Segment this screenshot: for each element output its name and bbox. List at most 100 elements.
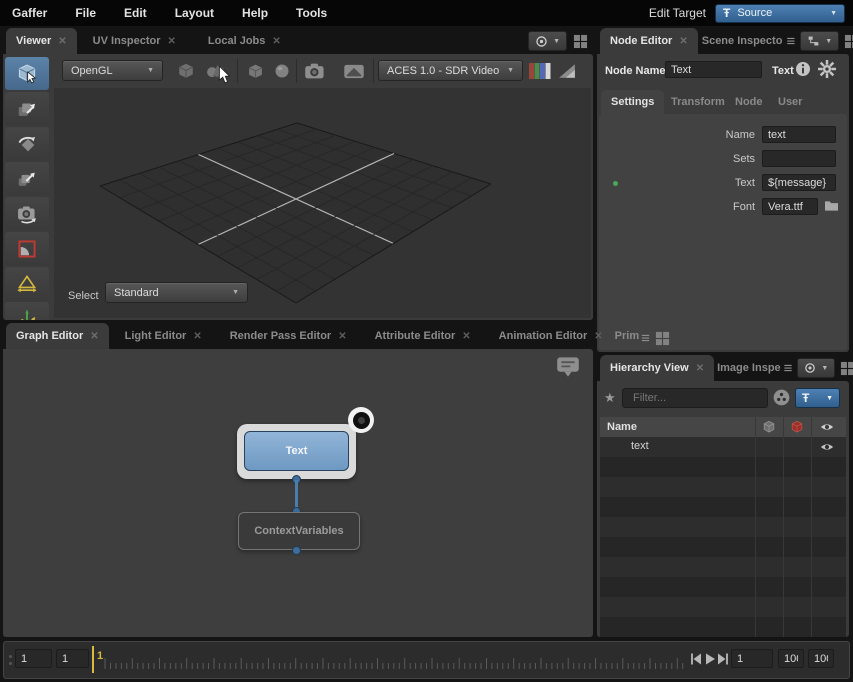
- info-icon[interactable]: [795, 61, 811, 77]
- tab-user[interactable]: User: [768, 90, 812, 114]
- tab-light-editor[interactable]: Light Editor✕: [115, 323, 212, 349]
- node-graph-icon: [807, 35, 820, 47]
- close-icon[interactable]: ✕: [679, 36, 687, 47]
- display-options-button[interactable]: [340, 58, 368, 84]
- exposure-gamma-button[interactable]: [554, 58, 580, 84]
- column-visibility-eye-icon[interactable]: [820, 421, 834, 433]
- filter-search-box[interactable]: [622, 388, 768, 408]
- graph-node-text[interactable]: Text: [244, 431, 349, 471]
- annotation-bubble-icon[interactable]: [556, 356, 580, 378]
- tab-animation-editor[interactable]: Animation Editor✕: [489, 323, 613, 349]
- tab-render-pass-editor[interactable]: Render Pass Editor✕: [220, 323, 357, 349]
- name-field[interactable]: [762, 126, 836, 143]
- geometry-cube-button[interactable]: [242, 58, 268, 84]
- tab-scene-inspector[interactable]: Scene Inspecto: [698, 28, 787, 54]
- current-frame-display-field[interactable]: [731, 649, 773, 668]
- edit-scope-button[interactable]: Ŧ ▼: [795, 388, 840, 408]
- pin-target-button[interactable]: ▼: [797, 358, 835, 378]
- frame-end-field[interactable]: [778, 649, 804, 668]
- tab-uv-inspector[interactable]: UV Inspector✕: [83, 28, 186, 54]
- skip-to-start-button[interactable]: [690, 652, 702, 666]
- renderer-dropdown[interactable]: OpenGL ▼: [62, 60, 163, 81]
- close-icon[interactable]: ✕: [58, 36, 66, 47]
- node-context-output-port[interactable]: [292, 546, 301, 555]
- graph-node-contextvariables[interactable]: ContextVariables: [238, 512, 360, 550]
- font-field-label: Font: [717, 201, 755, 213]
- close-icon[interactable]: ✕: [696, 363, 704, 374]
- graph-canvas[interactable]: Text ContextVariables: [3, 349, 593, 637]
- star-filter-icon[interactable]: ★: [604, 390, 616, 406]
- display-transform-dropdown[interactable]: ACES 1.0 - SDR Video ▼: [378, 60, 523, 81]
- translate-tool-button[interactable]: [5, 92, 49, 125]
- tab-local-jobs[interactable]: Local Jobs✕: [198, 28, 291, 54]
- rotate-tool-button[interactable]: [5, 127, 49, 160]
- layout-grid-icon[interactable]: [573, 34, 588, 49]
- chevron-down-icon: ▼: [507, 67, 514, 74]
- layout-grid-icon[interactable]: [844, 34, 853, 49]
- sphere-button[interactable]: [269, 58, 295, 84]
- tab-viewer[interactable]: Viewer✕: [6, 28, 77, 54]
- menu-icon[interactable]: ≡: [784, 361, 793, 376]
- set-membership-icon[interactable]: [773, 389, 790, 406]
- value-changed-dot: [613, 181, 618, 186]
- camera-settings-button[interactable]: [300, 58, 330, 84]
- column-shading-cube-icon[interactable]: [762, 420, 776, 434]
- light-position-tool-button[interactable]: [5, 302, 49, 320]
- node-name-input[interactable]: [665, 61, 762, 78]
- skip-to-end-button[interactable]: [717, 652, 729, 666]
- camera-tool-button[interactable]: [5, 197, 49, 230]
- layout-grid-icon[interactable]: [655, 331, 670, 346]
- select-tool-icon: [16, 63, 38, 85]
- playback-end-field[interactable]: [808, 649, 834, 668]
- tab-settings[interactable]: Settings: [601, 90, 664, 114]
- row-visibility-eye-icon[interactable]: [820, 441, 834, 453]
- row-location-text[interactable]: text: [631, 440, 649, 452]
- tab-image-inspector[interactable]: Image Inspe: [714, 355, 784, 381]
- tab-primitive-inspector[interactable]: Prim: [613, 323, 641, 349]
- close-icon[interactable]: ✕: [90, 331, 98, 342]
- hierarchy-rows[interactable]: text: [600, 437, 846, 637]
- menu-icon[interactable]: ≡: [641, 331, 650, 346]
- menu-edit[interactable]: Edit: [124, 6, 161, 20]
- layout-grid-icon[interactable]: [840, 361, 853, 376]
- scale-tool-button[interactable]: [5, 162, 49, 195]
- edit-target-dropdown[interactable]: Ŧ Source ▼: [715, 4, 845, 23]
- column-render-cube-icon[interactable]: [790, 420, 804, 434]
- close-icon[interactable]: ✕: [272, 36, 280, 47]
- tab-hierarchy-view[interactable]: Hierarchy View✕: [600, 355, 714, 381]
- shading-cube-button[interactable]: [173, 58, 199, 84]
- close-icon[interactable]: ✕: [193, 331, 201, 342]
- light-tool-button[interactable]: [5, 267, 49, 300]
- text-field[interactable]: [762, 174, 836, 191]
- play-button[interactable]: [704, 652, 716, 666]
- tab-attribute-editor[interactable]: Attribute Editor✕: [365, 323, 481, 349]
- pin-target-button[interactable]: ▼: [528, 31, 567, 51]
- gear-icon[interactable]: [818, 60, 836, 78]
- font-field[interactable]: [762, 198, 818, 215]
- menu-tools[interactable]: Tools: [296, 6, 341, 20]
- channel-select-button[interactable]: [527, 58, 553, 84]
- menu-icon[interactable]: ≡: [786, 34, 795, 49]
- sets-field[interactable]: [762, 150, 836, 167]
- tab-node[interactable]: Node: [725, 90, 773, 114]
- folder-icon[interactable]: [824, 199, 839, 212]
- close-icon[interactable]: ✕: [462, 331, 470, 342]
- crop-window-tool-button[interactable]: [5, 232, 49, 265]
- filter-input[interactable]: [633, 392, 775, 404]
- select-tool-button[interactable]: [5, 57, 49, 90]
- close-icon[interactable]: ✕: [168, 36, 176, 47]
- menu-help[interactable]: Help: [242, 6, 282, 20]
- menu-file[interactable]: File: [75, 6, 110, 20]
- focus-ring-icon[interactable]: [348, 407, 374, 433]
- close-icon[interactable]: ✕: [338, 331, 346, 342]
- close-icon[interactable]: ✕: [594, 331, 602, 342]
- viewport-3d[interactable]: Select Standard ▼: [54, 88, 591, 318]
- menu-gaffer[interactable]: Gaffer: [12, 6, 61, 20]
- light-position-tool-icon: [16, 308, 38, 321]
- node-set-button[interactable]: ▼: [800, 31, 839, 51]
- tab-transform[interactable]: Transform: [661, 90, 735, 114]
- tab-graph-editor[interactable]: Graph Editor✕: [6, 323, 109, 349]
- menu-layout[interactable]: Layout: [175, 6, 228, 20]
- tab-node-editor[interactable]: Node Editor✕: [600, 28, 698, 54]
- select-mode-dropdown[interactable]: Standard ▼: [105, 282, 248, 303]
